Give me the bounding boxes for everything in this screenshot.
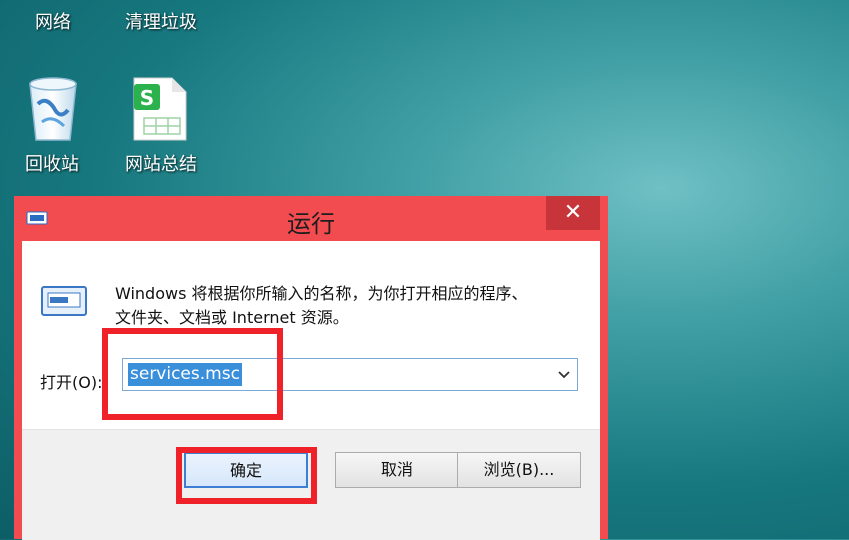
input-highlight-box xyxy=(102,328,283,420)
description-line-2: 文件夹、文档或 Internet 资源。 xyxy=(115,308,349,327)
desktop-network-label[interactable]: 网络 xyxy=(35,8,71,34)
ok-highlight-box xyxy=(176,447,317,504)
cancel-button[interactable]: 取消 xyxy=(335,452,459,488)
desktop-recycle-bin-label[interactable]: 回收站 xyxy=(25,150,79,176)
svg-text:S: S xyxy=(140,86,154,110)
run-icon xyxy=(40,283,90,323)
recycle-bin-icon[interactable] xyxy=(24,74,82,148)
spreadsheet-file-icon[interactable]: S xyxy=(132,76,188,146)
desktop-summary-label[interactable]: 网站总结 xyxy=(125,150,197,176)
chevron-down-icon[interactable] xyxy=(557,367,571,386)
desktop-trash-label[interactable]: 清理垃圾 xyxy=(125,8,197,34)
description-line-1: Windows 将根据你所输入的名称，为你打开相应的程序、 xyxy=(115,284,528,303)
close-button[interactable]: ✕ xyxy=(546,196,600,230)
open-label: 打开(O): xyxy=(40,373,103,392)
browse-button[interactable]: 浏览(B)... xyxy=(457,452,581,488)
dialog-title: 运行 xyxy=(287,210,335,238)
